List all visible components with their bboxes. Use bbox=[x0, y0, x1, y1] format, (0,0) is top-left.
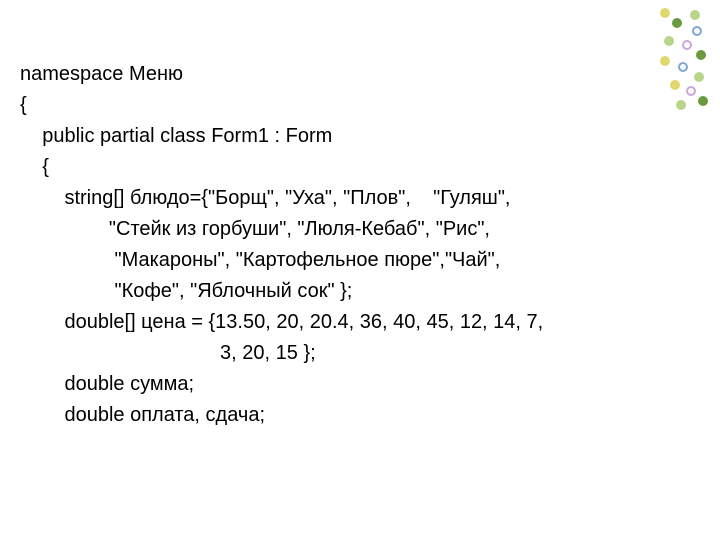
code-line: 3, 20, 15 }; bbox=[20, 342, 316, 364]
code-line: string[] блюдо={"Борщ", "Уха", "Плов", "… bbox=[20, 187, 510, 209]
code-line: double сумма; bbox=[20, 373, 194, 395]
code-line: double оплата, сдача; bbox=[20, 404, 265, 426]
code-line: "Макароны", "Картофельное пюре","Чай", bbox=[20, 249, 500, 271]
code-line: "Кофе", "Яблочный сок" }; bbox=[20, 280, 352, 302]
code-line: "Стейк из горбуши", "Люля-Кебаб", "Рис", bbox=[20, 218, 490, 240]
code-block: namespace Меню { public partial class Fo… bbox=[20, 28, 700, 462]
code-line: double[] цена = {13.50, 20, 20.4, 36, 40… bbox=[20, 311, 543, 333]
code-line: public partial class Form1 : Form bbox=[20, 125, 332, 147]
code-line: { bbox=[20, 156, 49, 178]
slide: namespace Меню { public partial class Fo… bbox=[0, 0, 720, 540]
code-line: namespace Меню bbox=[20, 63, 183, 85]
code-line: { bbox=[20, 94, 27, 116]
